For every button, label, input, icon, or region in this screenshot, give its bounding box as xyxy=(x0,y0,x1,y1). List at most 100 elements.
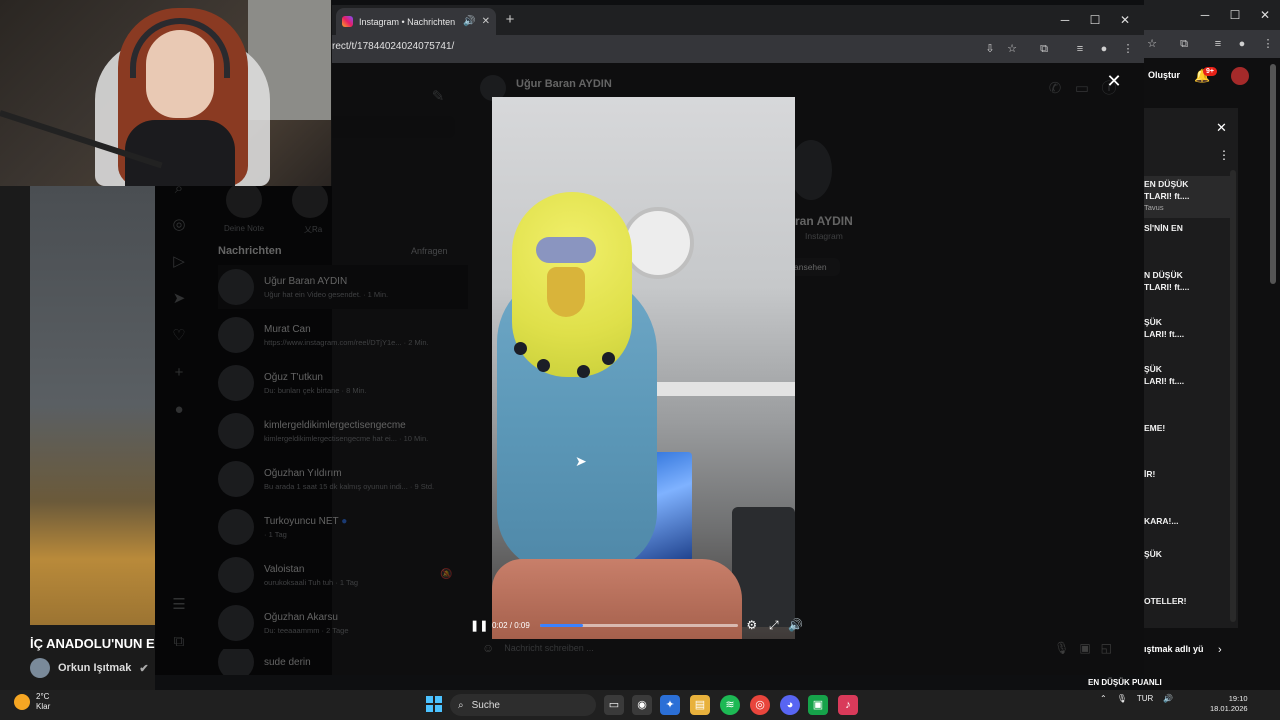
avatar[interactable] xyxy=(1231,67,1249,85)
chat-row[interactable]: Oğuzhan Akarsu Du: teeaaammm · 2 Tage xyxy=(218,601,468,645)
more-menu-icon[interactable]: ☰ xyxy=(170,596,188,614)
list-item[interactable]: ŞÜK LARI! ft.... xyxy=(1144,363,1234,387)
url-field[interactable]: rect/t/17844024024075741/ xyxy=(332,41,454,52)
profile-avatar-icon[interactable]: ● xyxy=(170,401,188,419)
settings-gear-icon[interactable]: ⚙ xyxy=(744,618,760,632)
taskbar-search[interactable]: ⌕ Suche xyxy=(450,694,596,716)
install-icon[interactable]: ⇩ xyxy=(982,41,998,57)
file-explorer-icon[interactable]: ▤ xyxy=(690,695,710,715)
maximize-button[interactable]: ☐ xyxy=(1220,4,1250,26)
image-icon[interactable]: ▣ xyxy=(1079,641,1090,655)
sticker-icon[interactable]: ◱ xyxy=(1101,641,1112,655)
fullscreen-icon[interactable]: ⤢ xyxy=(766,618,782,633)
phone-icon[interactable]: ✆ xyxy=(1046,80,1064,98)
close-tab-icon[interactable]: ✕ xyxy=(482,16,490,27)
minimize-button[interactable]: ─ xyxy=(1050,9,1080,31)
pause-icon[interactable]: ❚❚ xyxy=(470,619,488,632)
create-button[interactable]: Oluştur xyxy=(1148,70,1180,80)
list-item[interactable]: OTELLER! xyxy=(1144,595,1234,607)
messages-icon[interactable]: ➤ xyxy=(170,290,188,308)
emoji-icon[interactable]: ☺ xyxy=(482,641,494,655)
close-viewer-button[interactable]: ✕ xyxy=(1104,71,1124,91)
chat-row[interactable]: Murat Can https://www.instagram.com/reel/… xyxy=(218,313,468,357)
bookmark-star-icon[interactable]: ☆ xyxy=(1004,41,1020,57)
note-avatar[interactable] xyxy=(226,182,262,218)
copilot-icon[interactable]: ✦ xyxy=(660,695,680,715)
meta-icon[interactable]: ⧉ xyxy=(170,633,188,651)
more-options-icon[interactable]: ⋮ xyxy=(1218,148,1230,162)
budgie-beak xyxy=(547,267,585,317)
app-icon[interactable]: ▣ xyxy=(808,695,828,715)
volume-icon[interactable]: 🔊 xyxy=(788,618,804,632)
weather-widget[interactable]: 2°C Klar xyxy=(14,692,50,712)
task-view-icon[interactable]: ▭ xyxy=(604,695,624,715)
video-controls: ❚❚ 0:02 / 0:09 ⚙ ⤢ 🔊 xyxy=(470,615,815,635)
media-control-icon[interactable]: ≡ xyxy=(1210,36,1226,52)
close-window-button[interactable]: ✕ xyxy=(1110,9,1140,31)
discord-icon[interactable]: ◕ xyxy=(780,695,800,715)
message-composer[interactable]: ☺ Nachricht schreiben ... 🎙 ▣ ◱ xyxy=(482,638,1112,658)
close-panel-icon[interactable]: ✕ xyxy=(1216,120,1227,136)
requests-link[interactable]: Anfragen xyxy=(411,246,448,256)
heart-icon[interactable]: ♡ xyxy=(170,327,188,345)
spotify-icon[interactable]: ≋ xyxy=(720,695,740,715)
video-progress[interactable] xyxy=(539,623,738,627)
app-icon[interactable]: ♪ xyxy=(838,695,858,715)
windows-start-icon[interactable] xyxy=(426,696,442,712)
chevron-up-icon[interactable]: ⌃ xyxy=(1100,694,1107,703)
list-item[interactable]: KARA!... xyxy=(1144,515,1234,527)
profile-card-sub: Instagram xyxy=(805,231,843,241)
new-tab-button[interactable]: + xyxy=(500,10,520,30)
note-avatar[interactable] xyxy=(292,182,328,218)
maximize-button[interactable]: ☐ xyxy=(1080,9,1110,31)
suggestion-text[interactable]: ıştmak adlı yü xyxy=(1144,644,1204,654)
explore-icon[interactable]: ◎ xyxy=(170,216,188,234)
clock[interactable]: 19:10 18.01.2026 xyxy=(1210,694,1248,714)
page-scrollbar[interactable] xyxy=(1270,64,1276,284)
list-item[interactable]: Sİ'NİN EN xyxy=(1144,222,1234,234)
close-window-button[interactable]: ✕ xyxy=(1250,4,1280,26)
chevron-right-icon[interactable]: › xyxy=(1218,644,1222,656)
chat-row[interactable]: sude derin xyxy=(218,649,468,675)
background-headline: İÇ ANADOLU'NUN EN xyxy=(30,636,155,651)
chrome-icon[interactable]: ◎ xyxy=(750,695,770,715)
reels-icon[interactable]: ▷ xyxy=(170,253,188,271)
media-control-icon[interactable]: ≡ xyxy=(1072,41,1088,57)
chat-row[interactable]: Oğuzhan Yıldırım Bu arada 1 saat 15 dk ka… xyxy=(218,457,468,501)
mic-icon[interactable]: 🎙 xyxy=(1117,694,1127,703)
tab-instagram[interactable]: Instagram • Nachrichten 🔊 ✕ xyxy=(336,8,496,35)
mic-icon[interactable]: 🎙 xyxy=(1054,641,1069,655)
compose-icon[interactable]: ✎ xyxy=(429,88,447,106)
speaker-icon[interactable]: 🔊 xyxy=(463,16,475,27)
list-item[interactable]: İR! xyxy=(1144,468,1234,480)
list-item[interactable]: EME! xyxy=(1144,422,1234,434)
extensions-icon[interactable]: ⧉ xyxy=(1176,36,1192,52)
list-item[interactable]: ŞÜK LARI! ft.... xyxy=(1144,316,1234,340)
minimize-button[interactable]: ─ xyxy=(1190,4,1220,26)
language-indicator[interactable]: TUR xyxy=(1137,694,1153,703)
chat-row[interactable]: Turkoyuncu NET ● · 1 Tag xyxy=(218,505,468,549)
view-profile-button[interactable]: ansehen xyxy=(790,258,840,276)
extensions-icon[interactable]: ⧉ xyxy=(1036,41,1052,57)
chat-row[interactable]: Uğur Baran AYDIN Uğur hat ein Video gesen… xyxy=(218,265,468,309)
profile-icon[interactable]: ● xyxy=(1096,41,1112,57)
bookmark-star-icon[interactable]: ☆ xyxy=(1144,36,1160,52)
menu-icon[interactable]: ⋮ xyxy=(1260,36,1276,52)
list-item[interactable]: N DÜŞÜK TLARI! ft.... xyxy=(1144,269,1234,293)
list-item[interactable]: ŞÜK xyxy=(1144,548,1234,560)
list-item[interactable]: EN DÜŞÜK TLARI! ft.... Tavus xyxy=(1144,176,1234,218)
chat-row[interactable]: Oğuz T'utkun Du: bunları çek birtane · 8 … xyxy=(218,361,468,405)
video-call-icon[interactable]: ▭ xyxy=(1073,80,1091,98)
volume-icon[interactable]: 🔊 xyxy=(1163,694,1173,703)
menu-icon[interactable]: ⋮ xyxy=(1120,41,1136,57)
channel-icon: ✔ xyxy=(139,662,149,675)
wall-clock xyxy=(622,207,694,279)
video-player[interactable] xyxy=(492,97,795,639)
bottom-video-title[interactable]: EN DÜŞÜK PUANLI xyxy=(1088,678,1162,687)
app-icon[interactable]: ◉ xyxy=(632,695,652,715)
chat-row[interactable]: Valoistan ourukoksaali Tuh tuh · 1 Tag xyxy=(218,553,468,597)
chat-row[interactable]: kimlergeldikimlergectisengecme kimlergeld… xyxy=(218,409,468,453)
thread-title[interactable]: Uğur Baran AYDIN xyxy=(516,78,612,90)
profile-icon[interactable]: ● xyxy=(1234,36,1250,52)
create-icon[interactable]: + xyxy=(170,364,188,382)
